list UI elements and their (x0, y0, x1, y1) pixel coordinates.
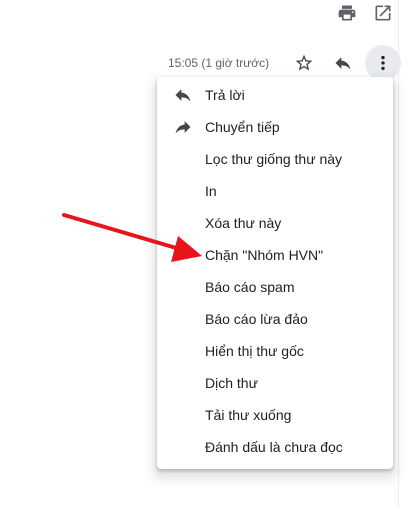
more-options-button[interactable] (365, 45, 401, 81)
menu-item-label: Dịch thư (205, 375, 258, 391)
menu-item-print[interactable]: In (157, 175, 393, 207)
menu-item-label: Báo cáo spam (205, 279, 295, 295)
menu-item-label: Chặn "Nhóm HVN" (205, 247, 324, 263)
menu-item-forward[interactable]: Chuyển tiếp (157, 111, 393, 143)
gmail-message-view: 15:05 (1 giờ trước) Trả lời Chuyển tiếp … (0, 0, 415, 509)
menu-item-label: Chuyển tiếp (205, 119, 280, 135)
scrollbar-track[interactable] (398, 0, 415, 509)
more-vertical-icon (381, 55, 385, 71)
forward-icon (173, 117, 193, 137)
message-timestamp: 15:05 (1 giờ trước) (168, 56, 270, 70)
menu-item-delete[interactable]: Xóa thư này (157, 207, 393, 239)
print-icon[interactable] (336, 2, 358, 24)
menu-item-label: Xóa thư này (205, 215, 282, 231)
menu-item-label: Trả lời (205, 87, 245, 103)
menu-item-report-phishing[interactable]: Báo cáo lừa đảo (157, 303, 393, 335)
menu-item-report-spam[interactable]: Báo cáo spam (157, 271, 393, 303)
menu-item-reply[interactable]: Trả lời (157, 79, 393, 111)
open-in-new-window-icon[interactable] (372, 2, 394, 24)
menu-item-download[interactable]: Tải thư xuống (157, 399, 393, 431)
menu-item-label: Tải thư xuống (205, 407, 292, 423)
menu-item-label: Báo cáo lừa đảo (205, 311, 308, 327)
menu-item-show-original[interactable]: Hiển thị thư gốc (157, 335, 393, 367)
menu-item-translate[interactable]: Dịch thư (157, 367, 393, 399)
reply-icon (173, 85, 193, 105)
menu-item-label: Đánh dấu là chưa đọc (205, 439, 343, 455)
star-icon[interactable] (292, 51, 316, 75)
menu-item-label: In (205, 183, 217, 199)
menu-item-block-sender[interactable]: Chặn "Nhóm HVN" (157, 239, 393, 271)
menu-item-label: Lọc thư giống thư này (205, 151, 343, 167)
menu-item-filter-similar[interactable]: Lọc thư giống thư này (157, 143, 393, 175)
reply-icon[interactable] (331, 51, 355, 75)
menu-item-mark-unread[interactable]: Đánh dấu là chưa đọc (157, 431, 393, 463)
menu-item-label: Hiển thị thư gốc (205, 343, 304, 359)
more-options-menu: Trả lời Chuyển tiếp Lọc thư giống thư nà… (157, 77, 393, 469)
